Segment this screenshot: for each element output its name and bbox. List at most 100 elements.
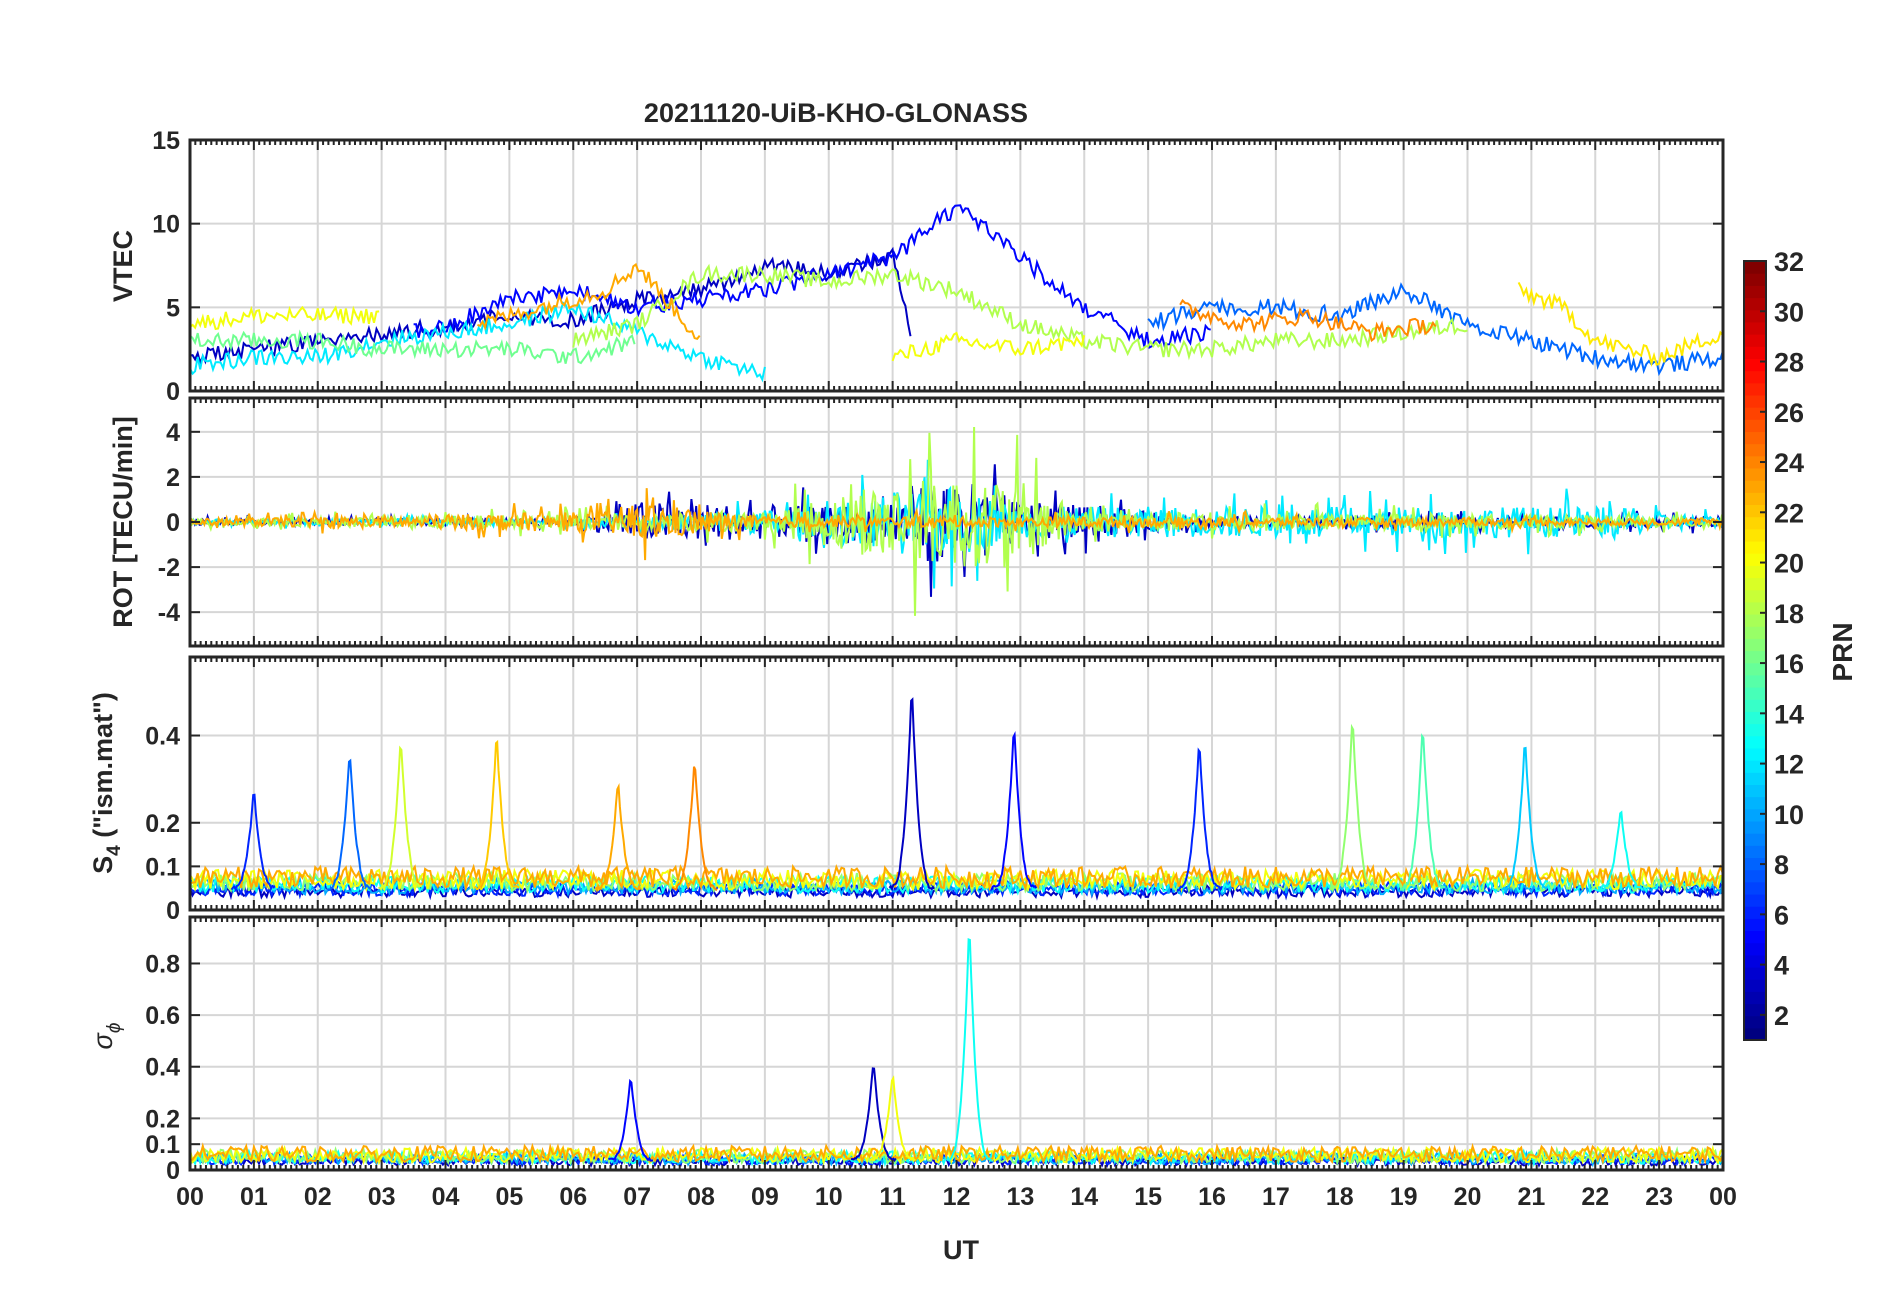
colorbar-segment	[1744, 930, 1766, 944]
sigma-label-main: σ	[88, 1031, 118, 1049]
colorbar-segment	[1744, 966, 1766, 980]
x-tick-label: 12	[943, 1183, 971, 1211]
x-tick-label: 07	[623, 1183, 651, 1211]
x-tick-label: 23	[1645, 1183, 1673, 1211]
colorbar-segment	[1744, 443, 1766, 457]
colorbar-segment	[1744, 760, 1766, 773]
colorbar-segment	[1744, 1015, 1766, 1029]
colorbar-tick-label: 4	[1774, 951, 1789, 981]
panels: 051015-4-202400.10.20.400.10.20.40.60.80…	[145, 127, 1737, 1211]
x-tick-label: 00	[176, 1183, 204, 1211]
colorbar-segment	[1744, 528, 1766, 542]
colorbar-tick-label: 28	[1774, 348, 1804, 378]
colorbar-segment	[1744, 869, 1766, 883]
colorbar-tick-label: 12	[1774, 750, 1804, 780]
sigma-panel: 00.10.2 0.4 0.6 0.8	[145, 915, 1725, 1185]
colorbar-tick-label: 22	[1774, 498, 1804, 528]
colorbar-segment	[1744, 808, 1766, 822]
colorbar-segment	[1744, 784, 1766, 798]
sigma-y-tick-label: 0	[166, 1157, 180, 1185]
s4-peak-prn-11	[1501, 746, 1549, 892]
x-tick-label: 04	[432, 1183, 460, 1211]
colorbar-segment	[1744, 638, 1766, 652]
rot-y-tick-label: 2	[166, 464, 180, 492]
colorbar-tick-label: 18	[1774, 599, 1804, 629]
x-tick-label: 15	[1134, 1183, 1162, 1211]
s4-panel: 0 0.1 0.2 0.4	[145, 655, 1725, 925]
colorbar-segment	[1744, 662, 1766, 676]
sigma-axis-label: σϕ	[88, 1023, 125, 1050]
colorbar-segment	[1744, 540, 1766, 554]
x-tick-label: 22	[1581, 1183, 1609, 1211]
colorbar-tick-label: 20	[1774, 549, 1804, 579]
s4-y-tick-label: 0	[166, 897, 180, 925]
colorbar-segment	[1744, 942, 1766, 956]
colorbar-segment	[1744, 480, 1766, 493]
figure: 051015-4-202400.10.20.400.10.20.40.60.80…	[88, 98, 1858, 1265]
s4-y-tick-label: 0.2	[145, 810, 180, 838]
colorbar-tick-label: 16	[1774, 649, 1804, 679]
colorbar-segment	[1744, 577, 1766, 591]
colorbar-segment	[1744, 820, 1766, 834]
figure-title: 20211120-UiB-KHO-GLONASS	[644, 98, 1028, 128]
vtec-series-prn-20	[891, 331, 1086, 362]
vtec-axis-label: VTEC	[108, 230, 138, 302]
rot-y-tick-label: -2	[158, 554, 180, 582]
colorbar-tick-label: 32	[1774, 247, 1804, 277]
colorbar-segment	[1744, 431, 1766, 445]
colorbar-tick-label: 26	[1774, 398, 1804, 428]
vtec-y-tick-label: 10	[152, 211, 180, 239]
sigma-y-tick-label: 0.4	[145, 1054, 180, 1082]
s4-peak-prn-8	[326, 758, 372, 891]
colorbar-segment	[1744, 1027, 1766, 1041]
colorbar-segment	[1744, 382, 1766, 396]
sigma-y-tick-label: 0.1	[145, 1131, 180, 1159]
colorbar-segment	[1744, 954, 1766, 968]
x-tick-label: 00	[1709, 1183, 1737, 1211]
colorbar-segment	[1744, 991, 1766, 1005]
colorbar-label: PRN	[1827, 622, 1858, 681]
sigma-peak-prn-13	[946, 938, 992, 1162]
colorbar-segment	[1744, 687, 1766, 700]
x-tick-label: 05	[495, 1183, 523, 1211]
s4-label-main: S	[88, 856, 118, 874]
colorbar-segment	[1744, 504, 1766, 518]
x-tick-label: 09	[751, 1183, 779, 1211]
sigma-label-subscript: ϕ	[104, 1023, 125, 1034]
x-tick-label: 02	[304, 1183, 332, 1211]
s4-y-tick-label: 0.4	[145, 723, 180, 751]
colorbar-tick-label: 30	[1774, 297, 1804, 327]
x-tick-label: 01	[240, 1183, 268, 1211]
sigma-y-tick-label: 0.6	[145, 1002, 180, 1030]
x-tick-label: 16	[1198, 1183, 1226, 1211]
colorbar-segment	[1744, 467, 1766, 481]
x-tick-label: 13	[1006, 1183, 1034, 1211]
x-tick-label: 21	[1517, 1183, 1545, 1211]
colorbar: 2468101214161820222426283032	[1743, 247, 1804, 1041]
colorbar-tick-label: 2	[1774, 1001, 1789, 1031]
colorbar-segment	[1744, 589, 1766, 603]
rot-y-tick-label: -4	[158, 599, 180, 627]
colorbar-segment	[1744, 918, 1766, 932]
colorbar-segment	[1744, 735, 1766, 749]
vtec-y-tick-label: 15	[152, 127, 180, 155]
colorbar-segment	[1744, 419, 1766, 433]
sigma-y-tick-label: 0.2	[145, 1105, 180, 1133]
rot-y-tick-label: 4	[166, 419, 180, 447]
colorbar-tick-label: 14	[1774, 699, 1804, 729]
s4-peak-prn-3	[888, 697, 935, 892]
colorbar-tick-label: 6	[1774, 900, 1789, 930]
colorbar-segment	[1744, 370, 1766, 384]
colorbar-segment	[1744, 273, 1766, 286]
colorbar-segment	[1744, 906, 1766, 919]
x-tick-label: 14	[1070, 1183, 1098, 1211]
s4-label-subscript: 4	[104, 845, 125, 856]
colorbar-tick-label: 8	[1774, 850, 1789, 880]
colorbar-segment	[1744, 285, 1766, 299]
vtec-y-tick-label: 5	[166, 294, 180, 322]
colorbar-segment	[1744, 261, 1766, 274]
s4-axis-label: S4 ("ism.mat")	[88, 692, 125, 874]
colorbar-segment	[1744, 650, 1766, 664]
x-tick-label: 03	[368, 1183, 396, 1211]
x-tick-label: 10	[815, 1183, 843, 1211]
